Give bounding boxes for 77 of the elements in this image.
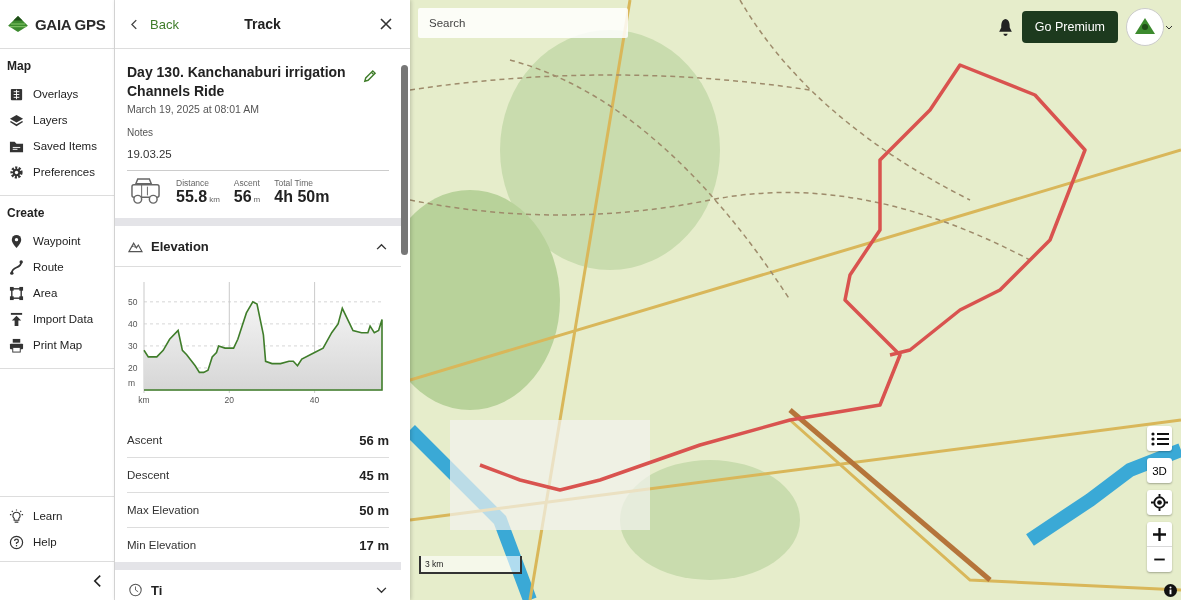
sidebar-item[interactable]: Waypoint (0, 228, 114, 254)
sidebar-item[interactable]: Overlays (0, 81, 114, 107)
notes-text: 19.03.25 (127, 148, 389, 171)
help-icon (9, 534, 24, 550)
search-field[interactable]: Search (418, 8, 628, 38)
notification-icon[interactable] (996, 17, 1014, 37)
axis-label: 20 (224, 395, 235, 405)
import-icon (9, 311, 24, 327)
section-header[interactable]: Ti (115, 570, 401, 600)
caret-icon (1165, 24, 1173, 30)
back-button[interactable]: Back (129, 14, 181, 34)
sidebar-item[interactable]: Print Map (0, 332, 114, 358)
row-value: 50 m (359, 502, 389, 518)
stat-unit: km (209, 194, 220, 204)
stat-value: 56 (233, 187, 252, 206)
chevron-icon (376, 242, 387, 250)
preferences-icon (9, 164, 24, 180)
zoom-in-button[interactable] (1147, 522, 1172, 547)
clock-icon (128, 583, 143, 597)
row-value: 17 m (359, 537, 389, 553)
row-value: 56 m (359, 432, 389, 448)
axis-label: 40 (309, 395, 320, 405)
lightbulb-icon (9, 508, 24, 524)
sidebar-item[interactable]: Help (0, 529, 114, 555)
axis-label: 40 (128, 318, 138, 329)
sidebar-item[interactable]: Learn (0, 503, 114, 529)
scale-bar: 3 km (419, 556, 522, 574)
chevron-left-icon (131, 18, 138, 30)
axis-label: 50 (128, 296, 138, 307)
sidebar-item[interactable]: Import Data (0, 306, 114, 332)
stat-label: Distance (176, 177, 211, 188)
row-value: 45 m (359, 467, 389, 483)
sidebar-item[interactable]: Preferences (0, 159, 114, 185)
premium-button[interactable]: Go Premium (1021, 11, 1118, 43)
overlays-icon (9, 86, 24, 102)
pencil-icon (362, 69, 377, 84)
app-logo: GAIA GPS (35, 15, 106, 33)
track-date: March 19, 2025 at 08:01 AM (127, 103, 260, 115)
axis-label: 20 (128, 362, 138, 373)
sidebar-item[interactable]: Route (0, 254, 114, 280)
stat-label: Total Time (274, 177, 315, 188)
stat-unit: m (253, 194, 261, 204)
axis-label: 30 (128, 340, 138, 351)
locate-button[interactable] (1147, 490, 1172, 515)
close-button[interactable] (378, 16, 394, 32)
vehicle-icon (129, 177, 162, 206)
notes-label: Notes (127, 127, 155, 138)
stat-label: Ascent (233, 177, 261, 188)
3d-button[interactable]: 3D (1147, 458, 1172, 483)
row-label: Max Elevation (127, 504, 200, 516)
minus-icon (1153, 558, 1166, 561)
waypoint-icon (9, 233, 24, 249)
axis-label: m (128, 378, 136, 389)
sidebar-item[interactable]: Saved Items (0, 133, 114, 159)
list-button[interactable] (1147, 426, 1172, 451)
row-label: Min Elevation (127, 539, 197, 551)
route-icon (9, 259, 24, 275)
logo-icon (7, 15, 29, 33)
row-label: Ascent (127, 434, 163, 446)
section-heading: Create (6, 206, 46, 222)
plus-icon (1153, 527, 1166, 541)
area-icon (9, 285, 24, 301)
layers-icon (9, 112, 24, 128)
sidebar-item[interactable]: Layers (0, 107, 114, 133)
section-heading: Map (6, 59, 32, 75)
mountain-icon (128, 239, 143, 253)
row-label: Descent (127, 469, 170, 481)
track-title: Day 130. Kanchanaburi irrigation Channels Ride (127, 63, 347, 101)
print-icon (9, 337, 24, 353)
sidebar-item[interactable]: Area (0, 280, 114, 306)
axis-label: km (138, 395, 150, 405)
stat-value: 4h 50m (274, 187, 330, 206)
stat-value: 55.8 (176, 187, 208, 206)
info-icon[interactable] (1164, 584, 1177, 597)
chevron-icon (376, 586, 387, 594)
panel-title: Track (244, 16, 281, 32)
section-header[interactable]: Elevation (115, 226, 401, 267)
